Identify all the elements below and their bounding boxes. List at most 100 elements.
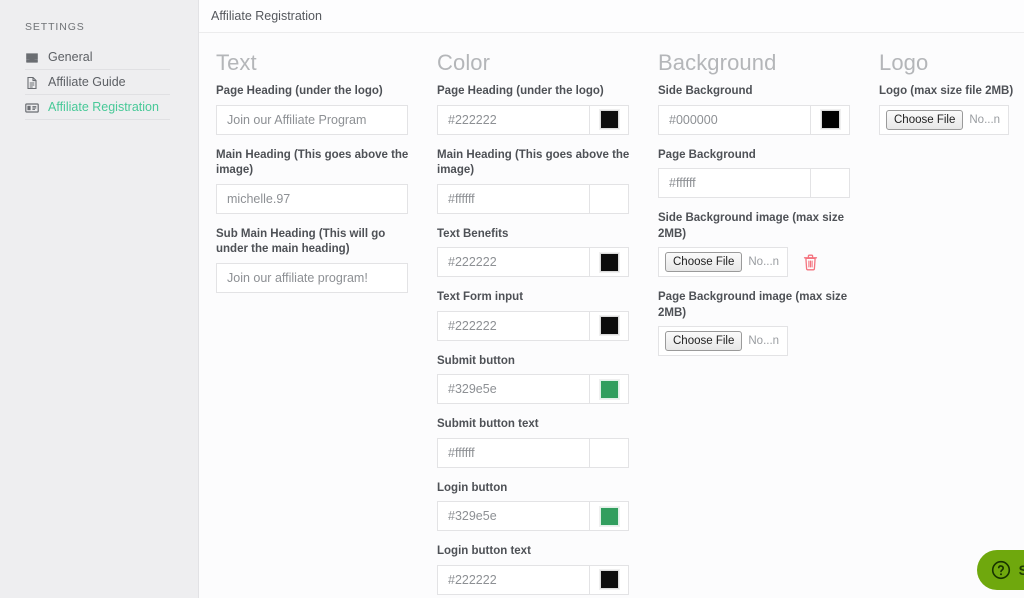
color-swatch	[598, 109, 620, 131]
page-background-image-file-input[interactable]: Choose File No...n	[658, 326, 788, 357]
color-swatch	[821, 174, 840, 193]
sub-main-heading-text-input[interactable]: Join our affiliate program!	[216, 262, 408, 293]
input-value: #222222	[448, 112, 497, 127]
input-value: michelle.97	[227, 191, 291, 206]
color-swatch-cell[interactable]	[589, 311, 628, 340]
field-side-background-image: Side Background image (max size 2MB) Cho…	[653, 211, 874, 278]
color-swatch-cell[interactable]	[810, 169, 849, 198]
field-label: Side Background image (max size 2MB)	[658, 212, 844, 240]
column-heading: Color	[437, 50, 491, 75]
field-label: Text Benefits	[437, 227, 509, 240]
side-background-color-input[interactable]: #000000	[658, 104, 850, 135]
color-swatch-cell[interactable]	[589, 438, 628, 467]
settings-columns: Text Page Heading (under the logo) Join …	[199, 33, 1024, 598]
field-label: Main Heading (This goes above the image)	[216, 148, 409, 177]
field-page-background: Page Background #ffffff	[653, 148, 874, 199]
field-logo-image: Logo (max size file 2MB) Choose File No.…	[874, 84, 1024, 135]
sidebar-item-label: General	[48, 50, 93, 65]
side-background-image-file-input[interactable]: Choose File No...n	[658, 247, 788, 278]
field-color-submit-button-text: Submit button text #ffffff	[432, 417, 653, 468]
color-page-heading-input[interactable]: #222222	[437, 104, 629, 135]
column-color: Color Page Heading (under the logo) #222…	[432, 50, 653, 598]
color-login-button-input[interactable]: #329e5e	[437, 501, 629, 532]
column-heading: Background	[658, 50, 777, 75]
field-label: Page Background	[658, 148, 756, 161]
page-heading-text-input[interactable]: Join our Affiliate Program	[216, 104, 408, 135]
color-swatch	[600, 189, 619, 208]
choose-file-button[interactable]: Choose File	[665, 252, 743, 273]
field-label: Page Heading (under the logo)	[216, 85, 383, 98]
field-label: Logo (max size file 2MB)	[879, 85, 1014, 98]
logo-file-input[interactable]: Choose File No...n	[879, 104, 1009, 135]
field-label: Login button	[437, 481, 508, 494]
column-text: Text Page Heading (under the logo) Join …	[211, 50, 432, 598]
color-main-heading-input[interactable]: #ffffff	[437, 183, 629, 214]
color-swatch-cell[interactable]	[589, 105, 628, 134]
choose-file-button[interactable]: Choose File	[886, 109, 964, 130]
sidebar-item-general[interactable]: General	[0, 45, 198, 70]
help-support-button[interactable]: S	[976, 550, 1024, 590]
column-heading: Text	[216, 50, 257, 75]
field-label: Text Form input	[437, 291, 524, 304]
color-login-button-text-input[interactable]: #222222	[437, 564, 629, 595]
page-header: Affiliate Registration	[199, 0, 1024, 33]
input-value: #ffffff	[448, 445, 475, 460]
main-heading-text-input[interactable]: michelle.97	[216, 183, 408, 214]
field-sub-main-heading-text: Sub Main Heading (This will go under the…	[211, 227, 432, 293]
field-color-text-benefits: Text Benefits #222222	[432, 227, 653, 278]
sidebar-item-affiliate-guide[interactable]: Affiliate Guide	[0, 70, 198, 95]
input-value: Join our Affiliate Program	[227, 112, 367, 127]
page-background-color-input[interactable]: #ffffff	[658, 168, 850, 199]
color-swatch	[598, 569, 620, 591]
field-color-text-form-input: Text Form input #222222	[432, 290, 653, 341]
id-card-icon	[25, 101, 39, 115]
logo-image-row: Choose File No...n	[879, 104, 1024, 135]
column-heading: Logo	[879, 50, 929, 75]
column-logo: Logo Logo (max size file 2MB) Choose Fil…	[874, 50, 1024, 598]
input-value: #329e5e	[448, 509, 497, 524]
sidebar-section-title: SETTINGS	[25, 21, 85, 33]
color-swatch-cell[interactable]	[589, 375, 628, 404]
question-circle-icon	[991, 560, 1011, 580]
color-submit-button-text-input[interactable]: #ffffff	[437, 437, 629, 468]
sidebar: SETTINGS General Affiliate Guide Affilia…	[0, 0, 199, 598]
field-label: Page Background image (max size 2MB)	[658, 291, 848, 319]
delete-icon[interactable]	[803, 254, 818, 271]
color-swatch-cell[interactable]	[589, 502, 628, 531]
field-color-login-button: Login button #329e5e	[432, 481, 653, 532]
input-value: #ffffff	[448, 191, 475, 206]
input-value: #000000	[669, 112, 718, 127]
input-value: #329e5e	[448, 382, 497, 397]
color-swatch-cell[interactable]	[810, 105, 849, 134]
sidebar-item-label: Affiliate Registration	[48, 100, 159, 115]
choose-file-button[interactable]: Choose File	[665, 331, 743, 352]
field-color-submit-button: Submit button #329e5e	[432, 354, 653, 405]
field-page-heading-text: Page Heading (under the logo) Join our A…	[211, 84, 432, 135]
color-swatch-cell[interactable]	[589, 565, 628, 594]
color-swatch-cell[interactable]	[589, 248, 628, 277]
color-swatch	[598, 505, 620, 527]
field-label: Submit button	[437, 354, 515, 367]
field-color-page-heading: Page Heading (under the logo) #222222	[432, 84, 653, 135]
input-value: #222222	[448, 318, 497, 333]
app-root: SETTINGS General Affiliate Guide Affilia…	[0, 0, 1024, 598]
color-swatch-cell[interactable]	[589, 184, 628, 213]
color-swatch	[598, 251, 620, 273]
field-side-background: Side Background #000000	[653, 84, 874, 135]
help-support-label: S	[1018, 562, 1024, 578]
color-swatch	[819, 109, 841, 131]
field-color-main-heading: Main Heading (This goes above the image)…	[432, 148, 653, 214]
color-swatch	[598, 315, 620, 337]
file-name-label: No...n	[748, 256, 780, 269]
color-swatch	[598, 378, 620, 400]
field-label: Main Heading (This goes above the image)	[437, 148, 630, 177]
document-icon	[25, 76, 39, 90]
field-label: Page Heading (under the logo)	[437, 85, 604, 98]
color-submit-button-input[interactable]: #329e5e	[437, 374, 629, 405]
sidebar-item-affiliate-registration[interactable]: Affiliate Registration	[0, 95, 198, 120]
field-label: Sub Main Heading (This will go under the…	[216, 227, 386, 256]
color-text-form-input-input[interactable]: #222222	[437, 310, 629, 341]
color-text-benefits-input[interactable]: #222222	[437, 247, 629, 278]
side-background-image-row: Choose File No...n	[658, 247, 874, 278]
sidebar-item-label: Affiliate Guide	[48, 75, 126, 90]
